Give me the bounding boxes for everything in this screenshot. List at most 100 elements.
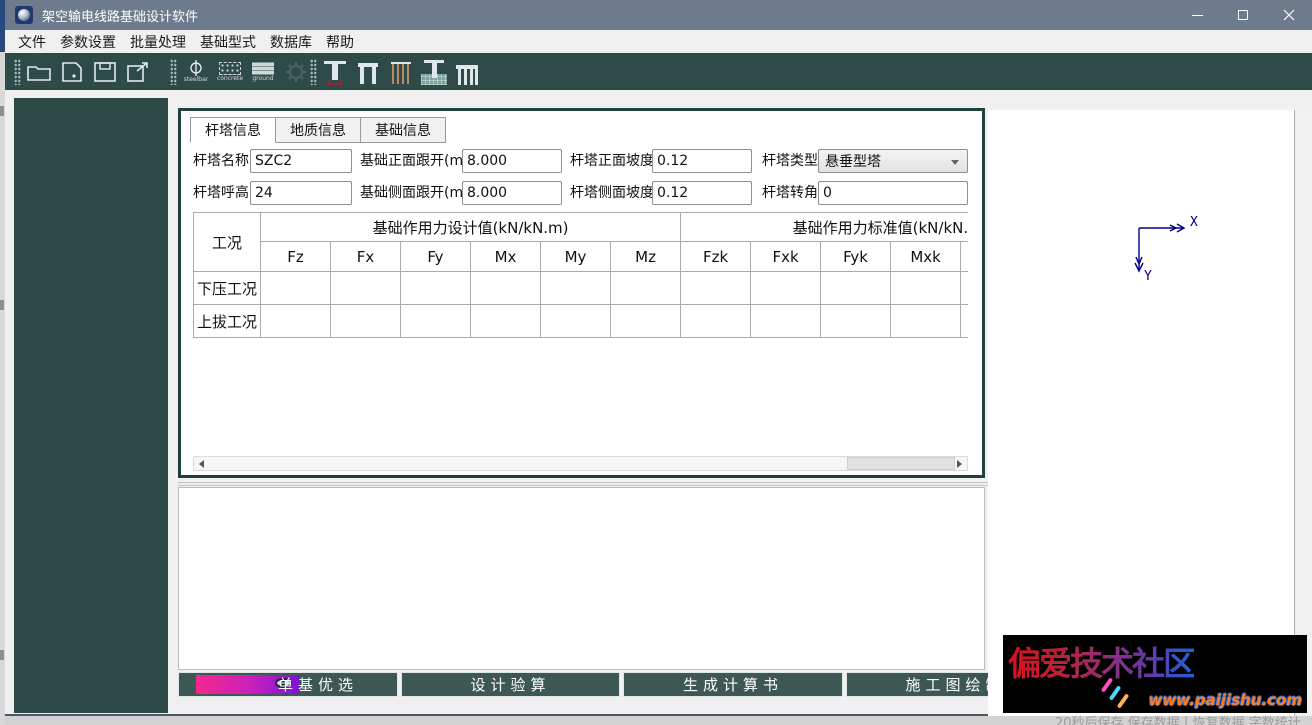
drawing-canvas: X Y <box>988 110 1294 716</box>
menu-help[interactable]: 帮助 <box>326 30 354 54</box>
maximize-button[interactable] <box>1220 0 1266 30</box>
watermark-url: www.paijishu.com <box>1149 691 1302 709</box>
settings-tool-button[interactable] <box>281 57 311 86</box>
save-icon <box>93 61 117 83</box>
tower-type-value: 悬垂型塔 <box>825 151 881 171</box>
load-cell[interactable] <box>891 305 961 338</box>
toolbar: steelbar concrete ground <box>5 53 1312 90</box>
tab-geology-info[interactable]: 地质信息 <box>275 117 361 143</box>
steelbar-label: steelbar <box>184 77 208 83</box>
col-fzk: Fzk <box>681 242 751 272</box>
load-cell[interactable] <box>751 272 821 305</box>
toolbar-grip[interactable] <box>310 59 317 85</box>
load-cell[interactable] <box>611 305 681 338</box>
load-cell[interactable] <box>541 305 611 338</box>
generate-report-button[interactable]: 生成计算书 <box>623 672 843 697</box>
results-panel <box>178 487 985 670</box>
menubar: 文件 参数设置 批量处理 基础型式 数据库 帮助 <box>5 30 1312 53</box>
new-file-icon <box>60 61 84 83</box>
tower-height-input[interactable] <box>250 181 352 205</box>
load-cell[interactable] <box>401 272 471 305</box>
load-cell[interactable] <box>331 305 401 338</box>
row-compression-label: 下压工况 <box>194 272 261 305</box>
toolbar-grip[interactable] <box>170 59 177 85</box>
side-slope-input[interactable] <box>652 181 752 205</box>
row-uplift-label: 上拔工况 <box>194 305 261 338</box>
pile-cap-button[interactable] <box>452 58 482 86</box>
tower-name-input[interactable] <box>250 149 352 173</box>
scrollbar-thumb[interactable] <box>847 457 955 470</box>
arrow-left-icon <box>199 460 204 468</box>
menu-foundation-type[interactable]: 基础型式 <box>200 30 256 54</box>
horizontal-scrollbar[interactable] <box>193 456 968 471</box>
open-folder-icon <box>26 62 52 82</box>
edit-export-button[interactable] <box>123 57 153 86</box>
col-my: My <box>541 242 611 272</box>
design-check-button[interactable]: 设计验算 <box>401 672 620 697</box>
load-cell[interactable] <box>821 272 891 305</box>
optimize-button-label: 单基优选 <box>278 674 358 695</box>
load-cell[interactable] <box>471 272 541 305</box>
arrow-right-icon <box>957 460 962 468</box>
rotation-angle-input[interactable] <box>818 181 968 205</box>
load-cell[interactable] <box>541 272 611 305</box>
load-cell[interactable] <box>961 272 968 305</box>
tab-bar: 杆塔信息 地质信息 基础信息 <box>190 117 445 143</box>
tab-foundation-info[interactable]: 基础信息 <box>360 117 446 143</box>
load-cell[interactable] <box>681 305 751 338</box>
close-icon <box>1283 9 1295 21</box>
tab-tower-info[interactable]: 杆塔信息 <box>190 117 276 143</box>
close-button[interactable] <box>1266 0 1312 30</box>
pile-group-button[interactable] <box>386 58 416 86</box>
scroll-left-button[interactable] <box>194 457 209 470</box>
load-cell[interactable] <box>331 272 401 305</box>
col-mz: Mz <box>611 242 681 272</box>
chevron-down-icon <box>951 160 959 165</box>
tower-type-select[interactable]: 悬垂型塔 <box>818 149 968 173</box>
save-button[interactable] <box>90 57 120 86</box>
load-cell[interactable] <box>471 305 541 338</box>
anchored-foundation-button[interactable] <box>419 58 449 86</box>
load-cell[interactable] <box>401 305 471 338</box>
pad-foundation-button[interactable] <box>320 58 350 86</box>
open-file-button[interactable] <box>24 57 54 86</box>
scroll-right-button[interactable] <box>952 457 967 470</box>
single-foundation-optimize-button[interactable]: 单基优选 <box>178 672 398 697</box>
load-cell[interactable] <box>821 305 891 338</box>
load-cell[interactable] <box>681 272 751 305</box>
steelbar-icon <box>188 60 204 76</box>
side-span-input[interactable] <box>462 181 562 205</box>
background-fragment <box>0 650 4 660</box>
menu-batch-processing[interactable]: 批量处理 <box>130 30 186 54</box>
new-file-button[interactable] <box>57 57 87 86</box>
watermark-banner: 偏爱技术社区 www.paijishu.com <box>1003 635 1307 713</box>
load-table: 工况 基础作用力设计值(kN/kN.m) 基础作用力标准值(kN/kN.m) F… <box>193 212 968 338</box>
gear-icon <box>285 61 307 83</box>
minimize-button[interactable] <box>1174 0 1220 30</box>
front-slope-input[interactable] <box>652 149 752 173</box>
load-cell[interactable] <box>961 305 968 338</box>
frame-foundation-button[interactable] <box>353 58 383 86</box>
titlebar[interactable]: 架空输电线路基础设计软件 <box>5 0 1312 30</box>
menu-database[interactable]: 数据库 <box>270 30 312 54</box>
canvas-vertical-scrollbar[interactable] <box>1294 110 1312 716</box>
ground-tool-button[interactable]: ground <box>248 57 278 86</box>
menu-file[interactable]: 文件 <box>18 30 46 54</box>
steelbar-tool-button[interactable]: steelbar <box>181 57 211 86</box>
load-cell[interactable] <box>261 305 331 338</box>
load-cell[interactable] <box>611 272 681 305</box>
design-force-group-header: 基础作用力设计值(kN/kN.m) <box>261 213 681 242</box>
load-cell[interactable] <box>261 272 331 305</box>
load-cell[interactable] <box>891 272 961 305</box>
load-cell[interactable] <box>751 305 821 338</box>
background-fragment <box>0 106 4 116</box>
col-clipped <box>961 242 968 272</box>
concrete-icon <box>219 62 241 75</box>
concrete-tool-button[interactable]: concrete <box>215 57 245 86</box>
col-fy: Fy <box>401 242 471 272</box>
coordinate-axes: X Y <box>1133 210 1213 290</box>
front-span-input[interactable] <box>462 149 562 173</box>
project-tree-panel[interactable] <box>14 98 168 713</box>
menu-parameter-settings[interactable]: 参数设置 <box>60 30 116 54</box>
toolbar-grip[interactable] <box>14 59 21 85</box>
